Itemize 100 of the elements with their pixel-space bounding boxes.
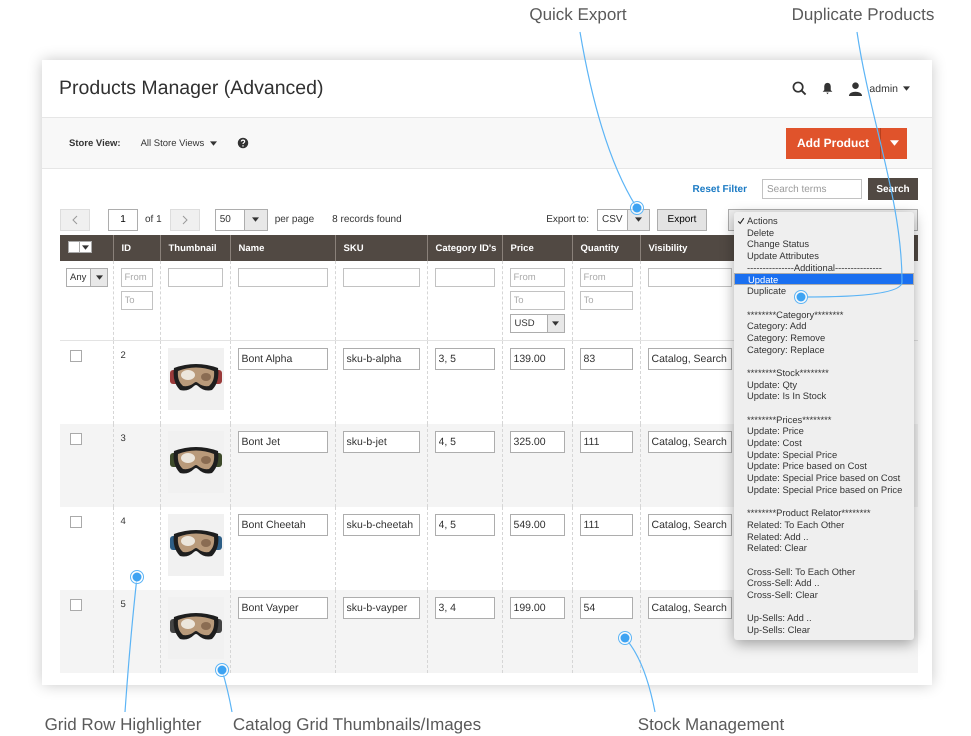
export-format-select[interactable]: CSV xyxy=(597,208,650,230)
filter-select[interactable]: Any xyxy=(66,268,108,287)
menu-item[interactable]: Delete xyxy=(734,226,914,238)
filter-field[interactable] xyxy=(648,268,732,287)
menu-item[interactable]: ********Product Relator******** xyxy=(734,507,914,519)
currency-select[interactable]: USD xyxy=(510,314,564,333)
filter-field[interactable] xyxy=(342,268,420,287)
user-icon xyxy=(848,81,864,96)
next-page-button[interactable] xyxy=(170,208,200,230)
name-field[interactable]: Bont Jet xyxy=(238,431,328,453)
menu-item[interactable]: Update: Qty xyxy=(734,378,914,390)
menu-item[interactable]: ********Category******** xyxy=(734,308,914,320)
quantity-field[interactable]: 54 xyxy=(580,597,632,619)
row-checkbox[interactable] xyxy=(70,350,82,362)
menu-item[interactable]: Update: Special Price xyxy=(734,448,914,460)
menu-item[interactable]: ********Prices******** xyxy=(734,414,914,426)
menu-item[interactable]: Change Status xyxy=(734,238,914,250)
quantity-field[interactable]: 83 xyxy=(580,348,632,370)
column-header[interactable]: Price xyxy=(502,235,572,261)
bell-icon[interactable] xyxy=(821,82,834,95)
column-header[interactable]: Quantity xyxy=(572,235,640,261)
menu-item[interactable]: ---------------Additional--------------- xyxy=(734,262,914,274)
price-field[interactable]: 139.00 xyxy=(510,348,564,370)
help-icon[interactable] xyxy=(237,137,250,149)
user-menu[interactable]: admin xyxy=(869,82,910,94)
column-header[interactable]: Name xyxy=(230,235,335,261)
menu-item[interactable]: Update xyxy=(734,273,914,286)
filter-field[interactable] xyxy=(168,268,222,287)
menu-item[interactable]: Update: Is In Stock xyxy=(734,390,914,402)
search-icon[interactable] xyxy=(792,81,808,96)
menu-item[interactable]: Category: Replace xyxy=(734,344,914,356)
chevron-left-icon xyxy=(72,214,78,224)
filter-field[interactable]: To xyxy=(120,291,152,310)
menu-item[interactable]: Up-Sells: Add .. xyxy=(734,612,914,624)
menu-item[interactable]: Update Attributes xyxy=(734,250,914,262)
price-field[interactable]: 325.00 xyxy=(510,431,564,453)
menu-item[interactable]: Update: Special Price based on Price xyxy=(734,484,914,496)
menu-item[interactable]: Update: Special Price based on Cost xyxy=(734,472,914,484)
menu-item[interactable]: ********Stock******** xyxy=(734,366,914,379)
category-field[interactable]: 4, 5 xyxy=(434,431,494,453)
row-checkbox[interactable] xyxy=(70,599,82,611)
name-field[interactable]: Bont Vayper xyxy=(238,597,328,619)
menu-item[interactable]: Cross-Sell: To Each Other xyxy=(734,566,914,578)
export-label: Export to: xyxy=(546,214,589,225)
add-options-button[interactable] xyxy=(880,128,907,158)
menu-item[interactable]: Up-Sells: Clear xyxy=(734,624,914,636)
price-field[interactable]: 199.00 xyxy=(510,597,564,619)
menu-item[interactable]: Update: Price based on Cost xyxy=(734,460,914,472)
column-header[interactable]: SKU xyxy=(335,235,427,261)
caret-icon xyxy=(210,140,218,146)
quantity-field[interactable]: 111 xyxy=(580,514,632,536)
column-header[interactable]: ID xyxy=(113,235,160,261)
menu-item[interactable]: Cross-Sell: Clear xyxy=(734,589,914,601)
add-product-button[interactable]: Add Product xyxy=(786,128,880,158)
sku-field[interactable]: sku-b-jet xyxy=(342,431,420,453)
visibility-field[interactable]: Catalog, Search xyxy=(648,348,732,370)
visibility-field[interactable]: Catalog, Search xyxy=(648,597,732,619)
filter-field[interactable] xyxy=(238,268,328,287)
menu-item[interactable]: Cross-Sell: Add .. xyxy=(734,577,914,589)
column-header[interactable]: Thumbnail xyxy=(160,235,230,261)
row-checkbox[interactable] xyxy=(70,516,82,528)
category-field[interactable]: 3, 5 xyxy=(434,348,494,370)
reset-filter-link[interactable]: Reset Filter xyxy=(692,184,747,194)
menu-item[interactable]: Update: Cost xyxy=(734,437,914,449)
quantity-field[interactable]: 111 xyxy=(580,431,632,453)
search-field[interactable]: Search terms xyxy=(762,179,862,199)
menu-item[interactable]: Duplicate xyxy=(734,285,914,297)
menu-item[interactable]: Actions xyxy=(734,215,914,227)
filter-field[interactable] xyxy=(434,268,494,287)
price-field[interactable]: 549.00 xyxy=(510,514,564,536)
category-field[interactable]: 3, 4 xyxy=(434,597,494,619)
sku-field[interactable]: sku-b-alpha xyxy=(342,348,420,370)
visibility-field[interactable]: Catalog, Search xyxy=(648,514,732,536)
caret-icon xyxy=(96,275,102,280)
menu-item[interactable]: Related: Add .. xyxy=(734,530,914,542)
sku-field[interactable]: sku-b-vayper xyxy=(342,597,420,619)
caret-icon xyxy=(82,244,89,250)
menu-item[interactable]: Related: To Each Other xyxy=(734,518,914,531)
export-button[interactable]: Export xyxy=(657,208,707,230)
page-field[interactable]: 1 xyxy=(108,208,138,230)
column-header[interactable]: Category ID's xyxy=(427,235,502,261)
visibility-field[interactable]: Catalog, Search xyxy=(648,431,732,453)
per-page-select[interactable]: 50 xyxy=(214,208,268,230)
name-field[interactable]: Bont Cheetah xyxy=(238,514,328,536)
mass-select-checkbox[interactable] xyxy=(68,241,92,253)
menu-item[interactable]: Category: Add xyxy=(734,320,914,332)
sku-field[interactable]: sku-b-cheetah xyxy=(342,514,420,536)
filter-field[interactable]: From xyxy=(580,268,632,287)
previous-page-button[interactable] xyxy=(60,208,90,230)
name-field[interactable]: Bont Alpha xyxy=(238,348,328,370)
filter-field[interactable]: To xyxy=(510,291,564,310)
filter-field[interactable]: To xyxy=(580,291,632,310)
store-view-dropdown[interactable]: All Store Views xyxy=(140,138,218,148)
filter-field[interactable]: From xyxy=(120,268,152,287)
filter-field[interactable]: From xyxy=(510,268,564,287)
menu-item[interactable]: Category: Remove xyxy=(734,332,914,344)
category-field[interactable]: 4, 5 xyxy=(434,514,494,536)
menu-item[interactable]: Update: Price xyxy=(734,425,914,438)
menu-item[interactable]: Related: Clear xyxy=(734,542,914,554)
row-checkbox[interactable] xyxy=(70,433,82,445)
